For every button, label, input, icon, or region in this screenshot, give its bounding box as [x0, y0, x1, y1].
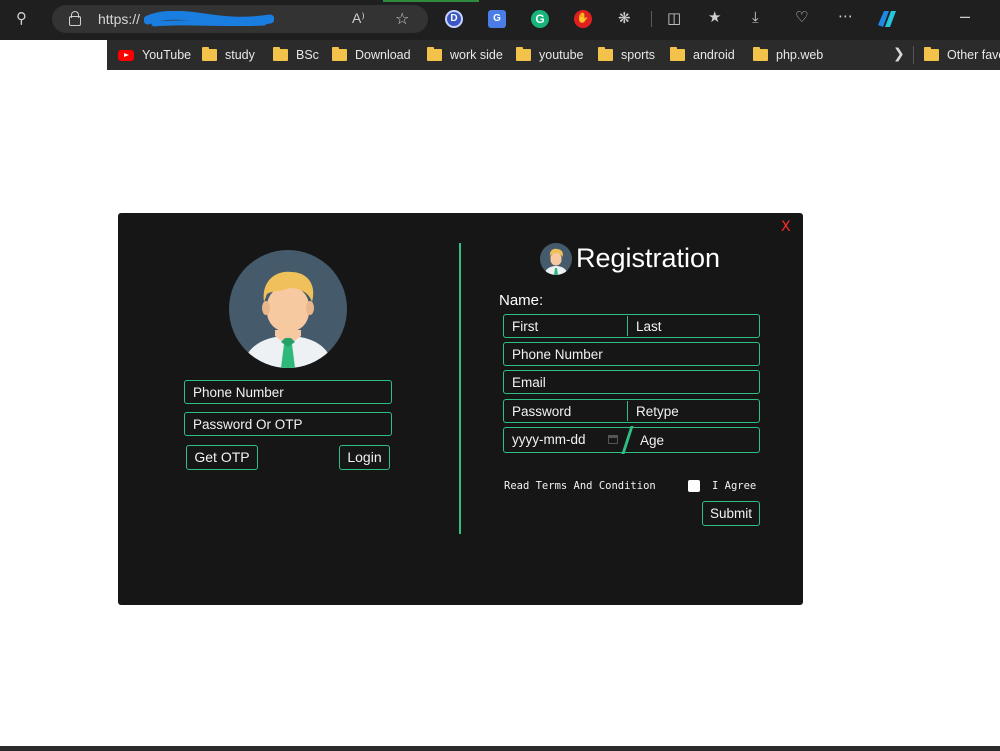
- email-field[interactable]: [503, 370, 760, 394]
- folder-icon: [273, 47, 288, 61]
- calendar-icon[interactable]: [608, 435, 618, 444]
- age-input[interactable]: [632, 428, 759, 452]
- password-field-group: [503, 399, 760, 423]
- grammarly-extension-icon[interactable]: G: [531, 10, 549, 28]
- auth-modal: X Get OTP Login Registration Name: [118, 213, 803, 605]
- bookmark-php-web[interactable]: php.web: [753, 47, 823, 63]
- first-name-input[interactable]: [504, 315, 627, 337]
- folder-icon: [670, 47, 685, 61]
- agree-checkbox[interactable]: [688, 480, 700, 492]
- retype-password-input[interactable]: [628, 400, 759, 422]
- user-avatar-icon: [229, 250, 347, 368]
- bookmark-youtube-folder[interactable]: youtube: [516, 47, 583, 63]
- agree-label: I Agree: [712, 480, 757, 492]
- chevron-right-icon[interactable]: ❯: [893, 45, 905, 62]
- url-text[interactable]: https://: [98, 11, 140, 27]
- bookmark-study[interactable]: study: [202, 47, 255, 63]
- registration-avatar-icon: [540, 243, 572, 275]
- minimize-icon[interactable]: –: [960, 7, 970, 25]
- get-otp-button[interactable]: Get OTP: [186, 445, 258, 470]
- read-aloud-icon[interactable]: A⁾: [352, 10, 365, 27]
- extensions-puzzle-icon[interactable]: ❋: [618, 11, 631, 27]
- bookmark-android[interactable]: android: [670, 47, 735, 63]
- login-button[interactable]: Login: [339, 445, 390, 470]
- folder-icon: [202, 47, 217, 61]
- browser-toolbar: ⚲ https:// A⁾ ☆ D G G ✋ ❋ ◫ ★ ⤓ ♡ ⋯ –: [0, 0, 1000, 40]
- terms-link[interactable]: Read Terms And Condition: [504, 480, 656, 492]
- login-phone-input[interactable]: [185, 381, 391, 403]
- folder-icon: [598, 47, 613, 61]
- submit-button[interactable]: Submit: [702, 501, 760, 526]
- folder-icon: [332, 47, 347, 61]
- browser-essentials-icon[interactable]: ♡: [795, 10, 808, 26]
- favorites-icon[interactable]: ★: [708, 10, 721, 26]
- bookmarks-bar: YouTube study BSc Download work side you…: [107, 40, 1000, 70]
- folder-icon: [516, 47, 531, 61]
- bookmark-bsc[interactable]: BSc: [273, 47, 319, 63]
- bookmark-download[interactable]: Download: [332, 47, 411, 63]
- last-name-input[interactable]: [628, 315, 759, 337]
- name-label: Name:: [499, 292, 544, 309]
- bookmark-work-side[interactable]: work side: [427, 47, 503, 63]
- taskbar-edge: [0, 746, 1000, 751]
- copilot-icon[interactable]: [875, 7, 899, 31]
- vertical-divider: [459, 243, 461, 534]
- extension-d-icon[interactable]: D: [445, 10, 463, 28]
- toolbar-separator: [651, 11, 652, 27]
- reg-phone-input[interactable]: [504, 343, 759, 365]
- more-options-icon[interactable]: ⋯: [838, 9, 853, 25]
- tab-indicator: [383, 0, 479, 2]
- login-password-input[interactable]: [185, 413, 391, 435]
- close-button[interactable]: X: [781, 219, 791, 235]
- search-icon[interactable]: ⚲: [16, 11, 27, 27]
- login-phone-field[interactable]: [184, 380, 392, 404]
- email-input[interactable]: [504, 371, 759, 393]
- translate-extension-icon[interactable]: G: [488, 10, 506, 28]
- date-of-birth-input[interactable]: yyyy-mm-dd: [504, 428, 624, 452]
- login-password-field[interactable]: [184, 412, 392, 436]
- registration-title: Registration: [576, 243, 721, 273]
- bookmark-sports[interactable]: sports: [598, 47, 655, 63]
- dob-age-field-group: yyyy-mm-dd: [503, 426, 760, 454]
- redaction-scribble: [144, 11, 274, 27]
- split-screen-icon[interactable]: ◫: [667, 11, 681, 27]
- adblock-extension-icon[interactable]: ✋: [574, 10, 592, 28]
- folder-icon: [753, 47, 768, 61]
- folder-icon: [427, 47, 442, 61]
- name-field-group: [503, 314, 760, 338]
- folder-icon: [924, 47, 939, 61]
- downloads-icon[interactable]: ⤓: [752, 10, 759, 26]
- bookmark-other-favorites[interactable]: Other favo: [924, 47, 1000, 63]
- favorite-star-icon[interactable]: ☆: [395, 9, 409, 29]
- lock-icon[interactable]: [69, 11, 81, 26]
- bookmark-youtube[interactable]: YouTube: [118, 47, 191, 63]
- reg-phone-field[interactable]: [503, 342, 760, 366]
- bookmarks-separator: [913, 46, 914, 64]
- youtube-icon: [118, 50, 134, 61]
- address-bar[interactable]: https:// A⁾ ☆: [52, 5, 428, 33]
- password-input[interactable]: [504, 400, 627, 422]
